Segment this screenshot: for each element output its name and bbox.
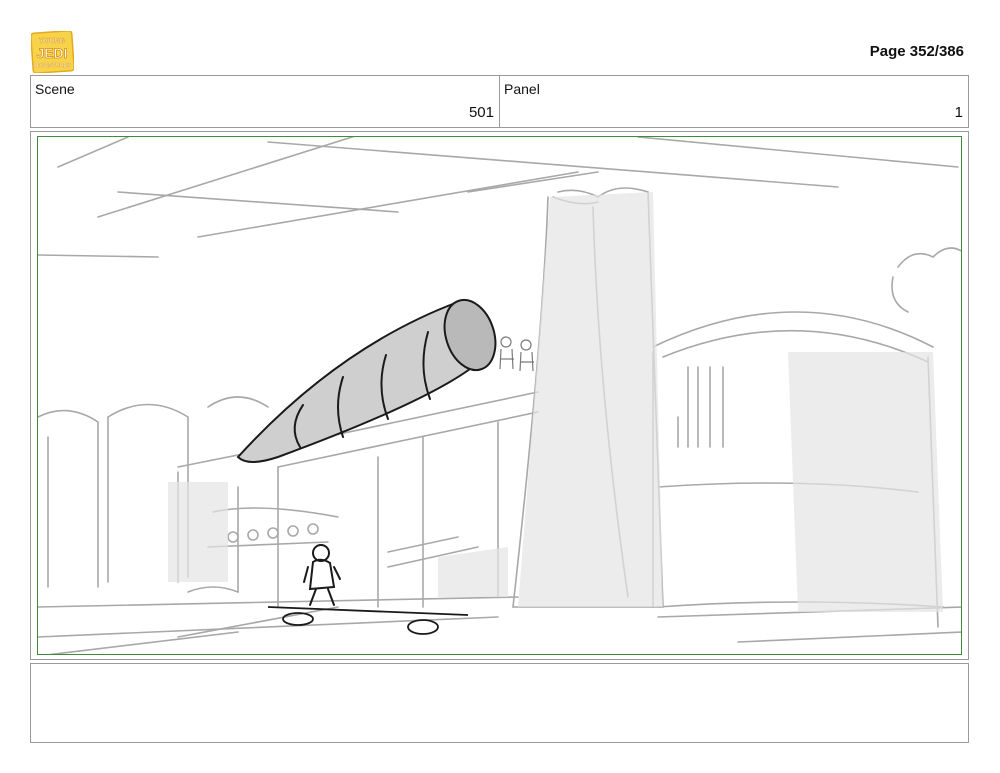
panel-notes xyxy=(30,663,969,743)
storyboard-drawing xyxy=(37,136,962,655)
panel-label: Panel xyxy=(504,81,540,97)
scene-label: Scene xyxy=(35,81,75,97)
logo-word-jedi: JEDI xyxy=(36,45,67,61)
page-number: Page 352/386 xyxy=(869,43,964,60)
sketch-illustration xyxy=(38,137,961,654)
young-jedi-logo: YOUNG JEDI ADVENTURES xyxy=(31,31,74,73)
scene-cell: Scene 501 xyxy=(31,76,499,127)
panel-cell: Panel 1 xyxy=(499,76,968,127)
scene-value: 501 xyxy=(468,104,494,121)
logo-word-adventures: ADVENTURES xyxy=(33,63,71,69)
scene-panel-info: Scene 501 Panel 1 xyxy=(30,75,969,128)
panel-value: 1 xyxy=(954,104,963,121)
logo-word-young: YOUNG xyxy=(39,38,65,45)
